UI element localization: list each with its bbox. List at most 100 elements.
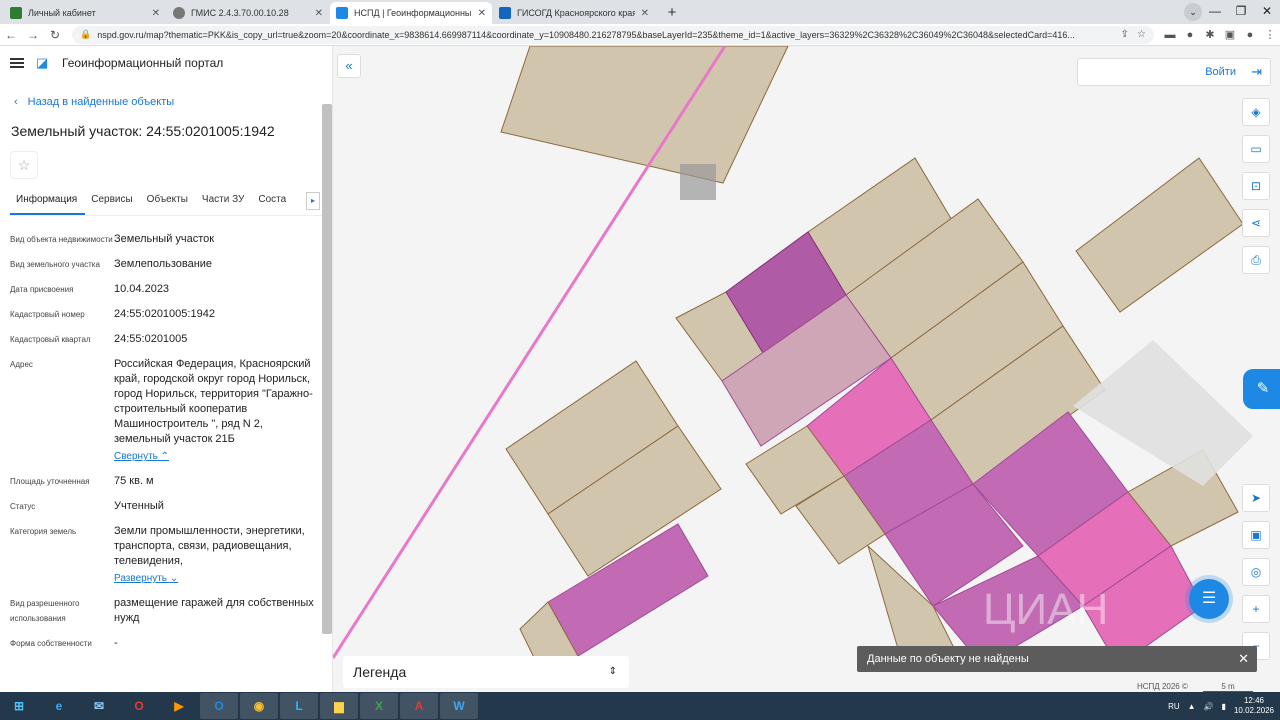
chat-button[interactable]: ☰: [1189, 579, 1229, 619]
language-indicator[interactable]: RU: [1168, 702, 1180, 711]
geolocation-icon[interactable]: ➤: [1242, 484, 1270, 512]
attribute-row: Адрес Российская Федерация, Красноярский…: [10, 357, 315, 464]
zoom-in-button[interactable]: +: [1242, 595, 1270, 623]
puzzle-icon[interactable]: ✱: [1200, 28, 1220, 41]
attribute-value: 10.04.2023: [114, 283, 170, 295]
menu-kebab-icon[interactable]: ⋮: [1260, 28, 1280, 41]
chrome-icon[interactable]: ◉: [240, 693, 278, 719]
close-toast-icon[interactable]: ✕: [1238, 646, 1249, 672]
close-tab-icon[interactable]: ✕: [315, 8, 323, 19]
tab-information[interactable]: Информация: [10, 192, 86, 215]
opera-icon[interactable]: O: [120, 693, 158, 719]
attribute-key: Форма собственности: [10, 639, 92, 648]
browser-tab-gisogd[interactable]: ГИСОГД Красноярского края ✕: [493, 2, 655, 24]
chat-icon: ☰: [1201, 590, 1217, 607]
tab-title: НСПД | Геоинформационный п: [354, 8, 472, 18]
window-controls: — ❐ ✕: [1202, 0, 1280, 24]
collapse-link[interactable]: Свернуть ⌃: [114, 449, 315, 464]
tab-parts[interactable]: Части ЗУ: [196, 192, 252, 215]
expand-link[interactable]: Развернуть ⌄: [114, 571, 315, 586]
tray-arrow-icon[interactable]: ▲: [1188, 702, 1196, 711]
url-field[interactable]: 🔒 nspd.gov.ru/map?thematic=PKK&is_copy_u…: [72, 25, 1154, 44]
attribute-value: 24:55:0201005: [114, 333, 188, 345]
chevron-left-icon: ‹: [14, 96, 18, 108]
layers-icon[interactable]: ◈: [1242, 98, 1270, 126]
outlook-icon[interactable]: O: [200, 693, 238, 719]
internet-explorer-icon[interactable]: e: [40, 693, 78, 719]
close-tab-icon[interactable]: ✕: [152, 8, 160, 19]
panel-scrollbar[interactable]: [322, 104, 332, 634]
share-icon[interactable]: ⇪: [1121, 29, 1129, 40]
area-search-icon[interactable]: ⊡: [1242, 172, 1270, 200]
volume-icon[interactable]: 🔊: [1204, 702, 1214, 711]
feedback-button[interactable]: ✎: [1243, 369, 1280, 409]
collapse-link-label: Свернуть: [114, 451, 158, 462]
attribute-row: Форма собственности -: [10, 636, 315, 651]
tab-composition[interactable]: Соста: [252, 192, 294, 215]
tab-search-chevron-icon[interactable]: ⌄: [1184, 3, 1202, 21]
ruler-icon[interactable]: ▭: [1242, 135, 1270, 163]
clock[interactable]: 12:46 10.02.2026: [1234, 696, 1274, 716]
back-to-results-link[interactable]: ‹ Назад в найденные объекты: [14, 96, 174, 108]
cadastral-map: ЦИАН: [333, 46, 1253, 677]
hamburger-menu-icon[interactable]: [10, 58, 24, 68]
tab-favicon-icon: [336, 7, 348, 19]
legend-label: Легенда: [353, 664, 407, 680]
bookmark-star-icon[interactable]: ☆: [1137, 29, 1146, 40]
attribute-value: размещение гаражей для собственных нужд: [114, 597, 314, 624]
tab-objects[interactable]: Объекты: [141, 192, 196, 215]
location-pin-icon[interactable]: ◎: [1242, 558, 1270, 586]
close-tab-icon[interactable]: ✕: [478, 8, 486, 19]
browser-tab-nspd[interactable]: НСПД | Геоинформационный п ✕: [330, 2, 492, 24]
share-map-icon[interactable]: ⋖: [1242, 209, 1270, 237]
parcel-polygon: [500, 46, 789, 184]
map-canvas[interactable]: ЦИАН « Войти ⇥ ◈ ▭ ⊡ ⋖ ⎙ ✎ ➤ ▣ ◎ + − ☰ Л…: [333, 46, 1280, 692]
reload-icon[interactable]: ↻: [44, 28, 66, 42]
network-icon[interactable]: ▮: [1222, 702, 1226, 711]
acrobat-icon[interactable]: A: [400, 693, 438, 719]
start-button[interactable]: ⊞: [0, 693, 38, 719]
portal-name: Геоинформационный портал: [62, 56, 224, 70]
legend-dropdown[interactable]: Легенда ⇕: [343, 656, 629, 688]
minimap-icon[interactable]: ▣: [1242, 521, 1270, 549]
back-icon[interactable]: ←: [0, 28, 22, 42]
login-button[interactable]: Войти ⇥: [1077, 58, 1271, 86]
favorite-star-icon[interactable]: ☆: [10, 151, 38, 179]
panel-tabs: Информация Сервисы Объекты Части ЗУ Сост…: [10, 192, 322, 216]
minimize-icon[interactable]: —: [1202, 0, 1228, 24]
attribute-row: Вид земельного участка Землепользование: [10, 257, 315, 272]
chevron-up-icon: ⌃: [160, 451, 170, 462]
excel-icon[interactable]: X: [360, 693, 398, 719]
chevron-down-icon: ⌄: [169, 573, 179, 584]
file-explorer-icon[interactable]: ▆: [320, 693, 358, 719]
tab-services[interactable]: Сервисы: [85, 192, 140, 215]
sidebar-icon[interactable]: ▣: [1220, 28, 1240, 41]
map-controls: ➤ ▣ ◎ + −: [1242, 484, 1270, 660]
close-tab-icon[interactable]: ✕: [641, 8, 649, 19]
forward-icon[interactable]: →: [22, 28, 44, 42]
browser-tab-cabinet[interactable]: Личный кабинет ✕: [4, 2, 166, 24]
close-window-icon[interactable]: ✕: [1254, 0, 1280, 24]
thunderbird-icon[interactable]: ✉: [80, 693, 118, 719]
attribute-value: -: [114, 637, 118, 649]
extension-icon[interactable]: ●: [1180, 29, 1200, 41]
print-icon[interactable]: ⎙: [1242, 246, 1270, 274]
lync-icon[interactable]: L: [280, 693, 318, 719]
new-tab-button[interactable]: +: [662, 3, 682, 23]
scale-bar: 5 m: [1203, 682, 1253, 692]
tabs-scroll-right-icon[interactable]: ▸: [306, 192, 320, 210]
collapse-panel-button[interactable]: «: [337, 54, 361, 78]
lock-icon: 🔒: [80, 29, 92, 39]
url-text: nspd.gov.ru/map?thematic=PKK&is_copy_url…: [97, 29, 1075, 40]
media-player-icon[interactable]: ▶: [160, 693, 198, 719]
tab-favicon-icon: [10, 7, 22, 19]
attribute-key: Статус: [10, 502, 36, 511]
word-icon[interactable]: W: [440, 693, 478, 719]
maximize-icon[interactable]: ❐: [1228, 0, 1254, 24]
profile-icon[interactable]: ●: [1240, 29, 1260, 41]
extension-icon[interactable]: ▬: [1160, 29, 1180, 41]
attribute-row: Вид разрешенного использования размещени…: [10, 596, 315, 626]
attribute-row: Вид объекта недвижимости Земельный участ…: [10, 232, 315, 247]
attribute-key: Вид разрешенного использования: [10, 599, 80, 623]
browser-tab-gmis[interactable]: ГМИС 2.4.3.70.00.10.28 ✕: [167, 2, 329, 24]
